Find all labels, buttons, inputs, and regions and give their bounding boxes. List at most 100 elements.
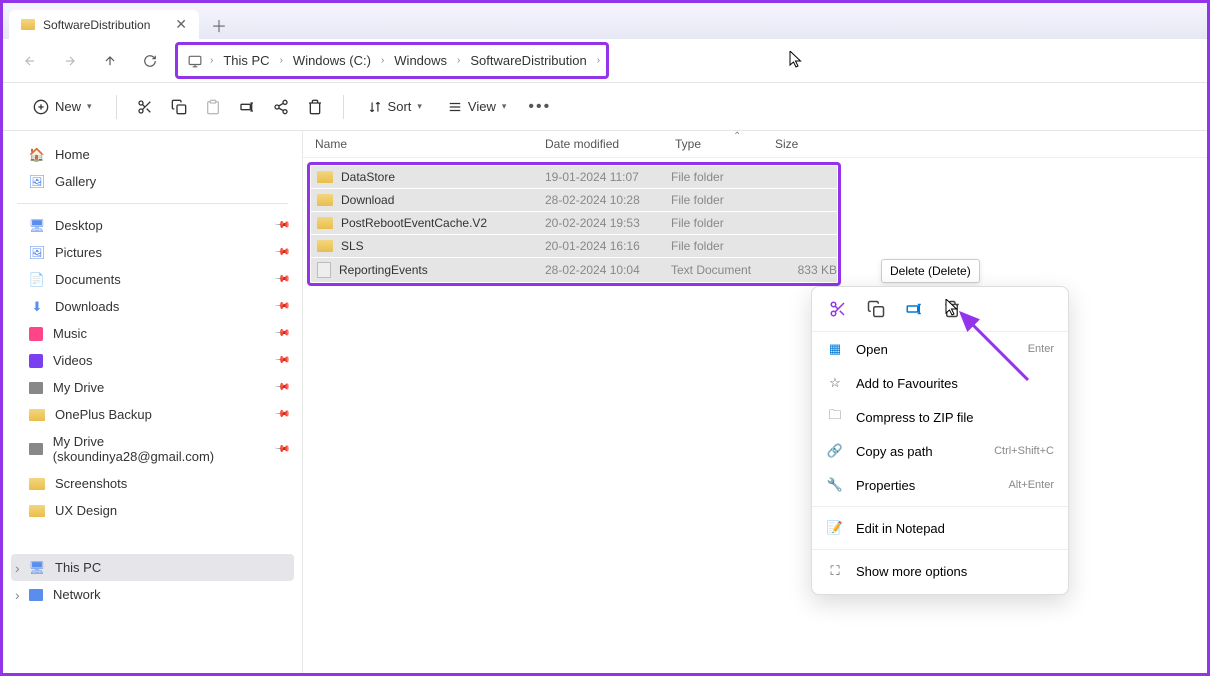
sidebar-screenshots[interactable]: Screenshots	[11, 470, 294, 497]
pin-icon: 📌	[273, 352, 290, 369]
new-button[interactable]: New▾	[23, 93, 102, 121]
col-date[interactable]: Date modified	[545, 137, 675, 151]
paste-button[interactable]	[199, 93, 227, 121]
more-button[interactable]: •••	[522, 92, 557, 122]
folder-icon	[29, 505, 45, 517]
pin-icon: 📌	[273, 406, 290, 423]
sort-indicator-icon: ⌃	[733, 131, 741, 142]
chevron-right-icon[interactable]: ›	[381, 55, 384, 66]
ctx-copy-button[interactable]	[864, 297, 888, 321]
navigation-bar: › This PC › Windows (C:) › Windows › Sof…	[3, 39, 1207, 83]
pin-icon: 📌	[273, 441, 290, 458]
folder-icon	[317, 171, 333, 183]
file-row[interactable]: Download28-02-2024 10:28File folder	[311, 189, 837, 211]
sidebar-network[interactable]: Network	[11, 581, 294, 608]
address-bar[interactable]: › This PC › Windows (C:) › Windows › Sof…	[175, 42, 609, 79]
pictures-icon: 🖼	[29, 246, 45, 260]
file-row[interactable]: DataStore19-01-2024 11:07File folder	[311, 166, 837, 188]
rename-button[interactable]	[233, 93, 261, 121]
sidebar-home[interactable]: 🏠Home	[11, 141, 294, 168]
sidebar-downloads[interactable]: ⬇Downloads📌	[11, 293, 294, 320]
window-tab[interactable]: SoftwareDistribution ✕	[9, 10, 199, 39]
cut-button[interactable]	[131, 93, 159, 121]
up-button[interactable]	[95, 46, 125, 76]
monitor-icon	[184, 50, 206, 72]
drive-icon	[29, 443, 43, 455]
view-button[interactable]: View▾	[438, 93, 516, 120]
ctx-copy-path[interactable]: 🔗Copy as pathCtrl+Shift+C	[812, 434, 1068, 468]
ctx-show-more[interactable]: ⛶Show more options	[812, 554, 1068, 588]
sidebar-documents[interactable]: 📄Documents📌	[11, 266, 294, 293]
folder-icon	[21, 19, 35, 30]
sidebar-music[interactable]: Music📌	[11, 320, 294, 347]
sidebar-videos[interactable]: Videos📌	[11, 347, 294, 374]
ctx-cut-button[interactable]	[826, 297, 850, 321]
star-icon: ☆	[826, 374, 844, 392]
file-row[interactable]: SLS20-01-2024 16:16File folder	[311, 235, 837, 257]
col-type[interactable]: Type	[675, 137, 775, 151]
back-button[interactable]	[15, 46, 45, 76]
file-row[interactable]: ReportingEvents28-02-2024 10:04Text Docu…	[311, 258, 837, 282]
ctx-properties[interactable]: 🔧PropertiesAlt+Enter	[812, 468, 1068, 502]
link-icon: 🔗	[826, 442, 844, 460]
downloads-icon: ⬇	[29, 300, 45, 314]
folder-icon	[317, 240, 333, 252]
chevron-right-icon[interactable]: ›	[280, 55, 283, 66]
folder-icon	[29, 409, 45, 421]
sidebar-mydrive-gmail[interactable]: My Drive (skoundinya28@gmail.com)📌	[11, 428, 294, 470]
refresh-button[interactable]	[135, 46, 165, 76]
sidebar-mydrive[interactable]: My Drive📌	[11, 374, 294, 401]
sidebar-oneplus[interactable]: OnePlus Backup📌	[11, 401, 294, 428]
delete-button[interactable]	[301, 93, 329, 121]
file-list-pane: ⌃ Name Date modified Type Size DataStore…	[303, 131, 1207, 673]
folder-icon	[317, 217, 333, 229]
copy-button[interactable]	[165, 93, 193, 121]
close-tab-button[interactable]: ✕	[175, 16, 187, 33]
more-icon: ⛶	[826, 562, 844, 580]
videos-icon	[29, 354, 43, 368]
folder-icon	[29, 478, 45, 490]
file-row[interactable]: PostRebootEventCache.V220-02-2024 19:53F…	[311, 212, 837, 234]
delete-tooltip: Delete (Delete)	[881, 259, 980, 283]
col-name[interactable]: Name	[315, 137, 545, 151]
sidebar-pictures[interactable]: 🖼Pictures📌	[11, 239, 294, 266]
pin-icon: 📌	[273, 244, 290, 261]
document-icon	[317, 262, 331, 278]
share-button[interactable]	[267, 93, 295, 121]
home-icon: 🏠	[29, 148, 45, 162]
ctx-compress[interactable]: 🗀Compress to ZIP file	[812, 400, 1068, 434]
chevron-right-icon[interactable]: ›	[210, 55, 213, 66]
pin-icon: 📌	[273, 379, 290, 396]
breadcrumb-item[interactable]: SoftwareDistribution	[464, 49, 592, 72]
music-icon	[29, 327, 43, 341]
navigation-pane: 🏠Home 🖼Gallery 🖥Desktop📌 🖼Pictures📌 📄Doc…	[3, 131, 303, 673]
forward-button[interactable]	[55, 46, 85, 76]
sidebar-desktop[interactable]: 🖥Desktop📌	[11, 212, 294, 239]
drive-icon	[29, 382, 43, 394]
sidebar-uxdesign[interactable]: UX Design	[11, 497, 294, 524]
chevron-right-icon[interactable]: ›	[597, 55, 600, 66]
ctx-open[interactable]: ▦OpenEnter	[812, 332, 1068, 366]
chevron-right-icon[interactable]: ›	[457, 55, 460, 66]
cursor-icon	[945, 299, 959, 317]
documents-icon: 📄	[29, 273, 45, 287]
tab-title: SoftwareDistribution	[43, 18, 150, 32]
sort-button[interactable]: Sort▾	[358, 93, 432, 120]
column-headers: Name Date modified Type Size	[303, 131, 1207, 158]
col-size[interactable]: Size	[775, 137, 835, 151]
sidebar-thispc[interactable]: 🖥This PC	[11, 554, 294, 581]
breadcrumb-item[interactable]: This PC	[217, 49, 275, 72]
ctx-edit-notepad[interactable]: 📝Edit in Notepad	[812, 511, 1068, 545]
breadcrumb-item[interactable]: Windows	[388, 49, 453, 72]
context-menu: ▦OpenEnter ☆Add to Favourites 🗀Compress …	[811, 286, 1069, 595]
command-bar: New▾ Sort▾ View▾ •••	[3, 83, 1207, 131]
network-icon	[29, 589, 43, 601]
ctx-rename-button[interactable]	[902, 297, 926, 321]
sidebar-gallery[interactable]: 🖼Gallery	[11, 168, 294, 195]
pin-icon: 📌	[273, 325, 290, 342]
breadcrumb-item[interactable]: Windows (C:)	[287, 49, 377, 72]
ctx-favourites[interactable]: ☆Add to Favourites	[812, 366, 1068, 400]
new-tab-button[interactable]: ＋	[205, 11, 233, 39]
folder-icon	[317, 194, 333, 206]
notepad-icon: 📝	[826, 519, 844, 537]
